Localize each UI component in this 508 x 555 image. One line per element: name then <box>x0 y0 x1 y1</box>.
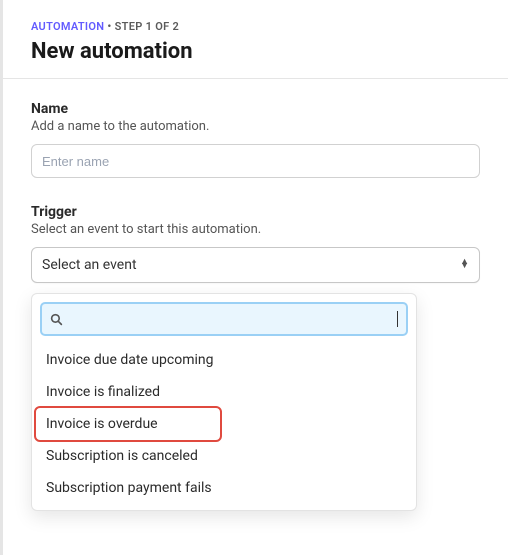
name-label: Name <box>31 101 480 117</box>
divider <box>3 78 508 79</box>
breadcrumb-step: STEP 1 OF 2 <box>115 20 179 33</box>
breadcrumb: AUTOMATION • STEP 1 OF 2 <box>31 20 480 33</box>
trigger-select[interactable]: Select an event ▲▼ <box>31 247 480 283</box>
dropdown-options: Invoice due date upcomingInvoice is fina… <box>40 344 408 504</box>
breadcrumb-automation: AUTOMATION <box>31 20 104 33</box>
dropdown-option[interactable]: Invoice is overdue <box>40 408 408 440</box>
trigger-label: Trigger <box>31 204 480 220</box>
dropdown-search-input[interactable] <box>69 312 396 327</box>
trigger-section: Trigger Select an event to start this au… <box>31 204 480 511</box>
text-caret <box>397 311 398 327</box>
breadcrumb-separator: • <box>104 20 114 33</box>
dropdown-option[interactable]: Invoice is finalized <box>40 376 408 408</box>
dropdown-option[interactable]: Subscription payment fails <box>40 472 408 504</box>
trigger-dropdown: Invoice due date upcomingInvoice is fina… <box>31 293 417 511</box>
page-title: New automation <box>31 39 480 64</box>
dropdown-option[interactable]: Subscription is canceled <box>40 440 408 472</box>
search-icon <box>50 313 63 326</box>
trigger-sublabel: Select an event to start this automation… <box>31 222 480 237</box>
trigger-select-placeholder: Select an event <box>42 257 137 273</box>
name-input[interactable] <box>31 144 480 178</box>
chevron-sort-icon: ▲▼ <box>460 261 469 268</box>
dropdown-search-wrap[interactable] <box>40 302 408 336</box>
name-sublabel: Add a name to the automation. <box>31 119 480 134</box>
dropdown-option[interactable]: Invoice due date upcoming <box>40 344 408 376</box>
name-section: Name Add a name to the automation. <box>31 101 480 178</box>
